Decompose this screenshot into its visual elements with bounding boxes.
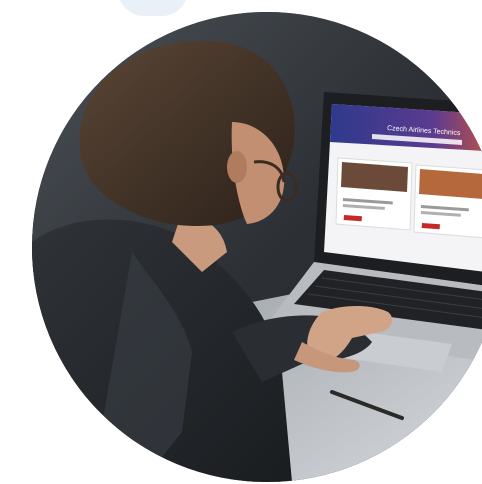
person-using-laptop-photo: Czech Airlines Technics xyxy=(32,12,482,482)
figure: Czech Airlines Technics xyxy=(0,0,482,484)
card-1-thumbnail xyxy=(341,162,408,192)
person-ear xyxy=(227,151,247,183)
card-2-thumbnail xyxy=(419,169,482,199)
photo-illustration: Czech Airlines Technics xyxy=(32,12,482,482)
